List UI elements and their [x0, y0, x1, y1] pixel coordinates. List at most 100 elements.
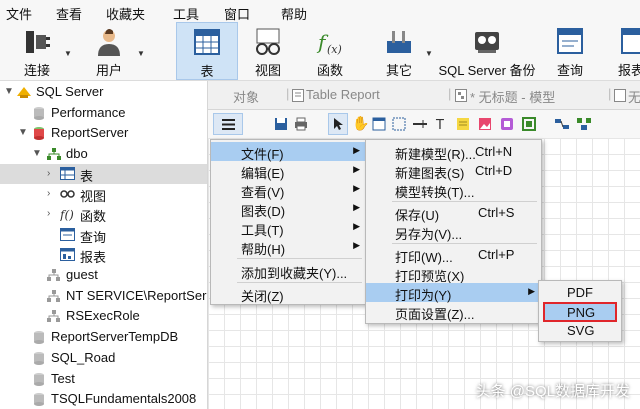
print-icon[interactable] [294, 117, 308, 131]
main-toolbar: 连接 ▼ 用户 ▼ 表 视图 f (x) 函数 其它 ▼ SQL Server … [0, 22, 640, 81]
tree-node-performance[interactable]: Performance [0, 103, 207, 123]
menu-item-print-as[interactable]: 打印为(Y) ▶ [366, 283, 541, 303]
function-button[interactable]: f (x) 函数 [300, 22, 360, 80]
menu-help[interactable]: 帮助 [281, 4, 307, 23]
menu-window[interactable]: 窗口 [224, 4, 250, 23]
tree-node-sql-road[interactable]: SQL_Road [0, 348, 207, 368]
hamburger-icon [222, 119, 235, 130]
menu-file[interactable]: 文件 [6, 4, 32, 23]
save-icon[interactable] [274, 117, 288, 131]
database-icon [34, 352, 44, 365]
tree-node-nt-service[interactable]: NT SERVICE\ReportSer [0, 286, 207, 306]
menu-item-save[interactable]: 保存(U) Ctrl+S [366, 203, 541, 223]
connect-button[interactable]: 连接 [8, 22, 66, 80]
chevron-down-icon[interactable]: ▼ [4, 86, 14, 97]
view-tool-icon[interactable] [392, 117, 406, 131]
menu-item-close[interactable]: 关闭(Z) [211, 284, 366, 304]
user-icon [98, 29, 120, 56]
tree-node-tables[interactable]: › 表 [0, 164, 207, 184]
chevron-right-icon[interactable]: › [47, 188, 50, 199]
chevron-right-icon: ▶ [353, 164, 360, 174]
print-as-submenu: PDF PNG SVG [538, 280, 622, 342]
tree-node-tsqlfundamentals2008[interactable]: TSQLFundamentals2008 [0, 389, 207, 409]
menu-item-diagram[interactable]: 图表(D) ▶ [211, 199, 366, 219]
database-icon [34, 127, 44, 140]
menu-item-svg[interactable]: SVG [539, 321, 621, 340]
chevron-right-icon[interactable]: › [47, 168, 50, 179]
report-icon [292, 89, 304, 102]
svg-text:(x): (x) [327, 43, 342, 56]
tree-node-rsexecrole[interactable]: RSExecRole [0, 306, 207, 326]
chevron-down-icon[interactable]: ▼ [64, 49, 72, 58]
tree-node-dbo[interactable]: ▼ dbo [0, 144, 207, 164]
menu-item-help[interactable]: 帮助(H) ▶ [211, 237, 366, 257]
table-button[interactable]: 表 [176, 22, 238, 80]
chevron-right-icon: ▶ [353, 183, 360, 193]
menu-item-edit[interactable]: 编辑(E) ▶ [211, 161, 366, 181]
tree-node-functions[interactable]: › f() 函数 [0, 204, 207, 224]
tab-objects[interactable]: 对象 [233, 87, 259, 106]
table-tool-icon[interactable] [372, 117, 386, 131]
chevron-down-icon[interactable]: ▼ [425, 49, 433, 58]
layer-tool-icon[interactable] [522, 117, 536, 131]
menu-item-print-preview[interactable]: 打印预览(X) [366, 264, 541, 284]
menu-view[interactable]: 查看 [56, 4, 82, 23]
chevron-down-icon[interactable]: ▼ [18, 127, 28, 138]
database-icon [34, 393, 44, 406]
note-tool-icon[interactable] [456, 117, 470, 131]
tree-node-sql-server[interactable]: ▼ SQL Server [0, 82, 207, 102]
align-icon[interactable] [554, 117, 570, 131]
menu-item-png[interactable]: PNG [543, 302, 617, 322]
other-button[interactable]: 其它 [370, 22, 428, 80]
sql-server-backup-button[interactable]: SQL Server 备份 [436, 22, 538, 80]
menu-separator [237, 258, 362, 259]
tree-node-views[interactable]: › 视图 [0, 184, 207, 204]
menu-item-add-to-favorites[interactable]: 添加到收藏夹(Y)... [211, 261, 366, 281]
tab-bar: 对象 | Table Report | * 无标题 - 模型 | 无 [208, 81, 640, 110]
tree-node-queries[interactable]: 查询 [0, 225, 207, 245]
menu-favorites[interactable]: 收藏夹 [106, 4, 145, 23]
chevron-down-icon[interactable]: ▼ [137, 49, 145, 58]
chevron-right-icon: ▶ [528, 286, 535, 296]
menu-separator [237, 282, 362, 283]
database-icon [34, 107, 44, 120]
report-icon [60, 248, 75, 261]
tab-table-report[interactable]: Table Report [306, 87, 380, 102]
query-button[interactable]: 查询 [548, 22, 592, 80]
tree-node-reportservertempdb[interactable]: ReportServerTempDB [0, 327, 207, 347]
tab-other[interactable]: 无 [628, 87, 640, 106]
tree-node-reports[interactable]: 报表 [0, 245, 207, 265]
menu-item-tools[interactable]: 工具(T) ▶ [211, 218, 366, 238]
hand-icon[interactable]: ✋ [352, 115, 369, 132]
menu-item-file[interactable]: 文件(F) ▶ [211, 142, 366, 162]
database-icon [34, 373, 44, 386]
pointer-tool-button[interactable] [328, 113, 348, 135]
menu-item-pdf[interactable]: PDF [539, 283, 621, 302]
relation-tool-icon[interactable] [412, 117, 428, 131]
menu-item-print[interactable]: 打印(W)... Ctrl+P [366, 245, 541, 265]
view-button[interactable]: 视图 [240, 22, 296, 80]
menu-item-new-diagram[interactable]: 新建图表(S) Ctrl+D [366, 161, 541, 181]
chevron-right-icon[interactable]: › [47, 208, 50, 219]
chevron-down-icon[interactable]: ▼ [32, 148, 42, 159]
menu-tools[interactable]: 工具 [173, 4, 199, 23]
tree-node-test[interactable]: Test [0, 369, 207, 389]
tree-node-guest[interactable]: guest [0, 265, 207, 285]
image-tool-icon[interactable] [478, 117, 492, 131]
tree-node-reportserver[interactable]: ▼ ReportServer [0, 123, 207, 143]
label-tool-icon[interactable]: T [434, 117, 448, 131]
menu-item-view[interactable]: 查看(V) ▶ [211, 180, 366, 200]
menu-item-save-as[interactable]: 另存为(V)... [366, 222, 541, 242]
auto-layout-icon[interactable] [576, 117, 592, 131]
schema-icon [47, 148, 61, 160]
menu-item-model-conversion[interactable]: 模型转换(T)... [366, 180, 541, 200]
report-button[interactable]: 报表 [610, 22, 640, 80]
menu-item-page-setup[interactable]: 页面设置(Z)... [366, 302, 541, 322]
hamburger-menu-button[interactable] [213, 113, 243, 135]
menu-item-new-model[interactable]: 新建模型(R)... Ctrl+N [366, 142, 541, 162]
tab-untitled-model[interactable]: * 无标题 - 模型 [470, 87, 555, 106]
user-button[interactable]: 用户 [80, 22, 138, 80]
function-icon: f() [60, 208, 74, 221]
tab-divider: | [286, 86, 290, 101]
shape-tool-icon[interactable] [500, 117, 514, 131]
